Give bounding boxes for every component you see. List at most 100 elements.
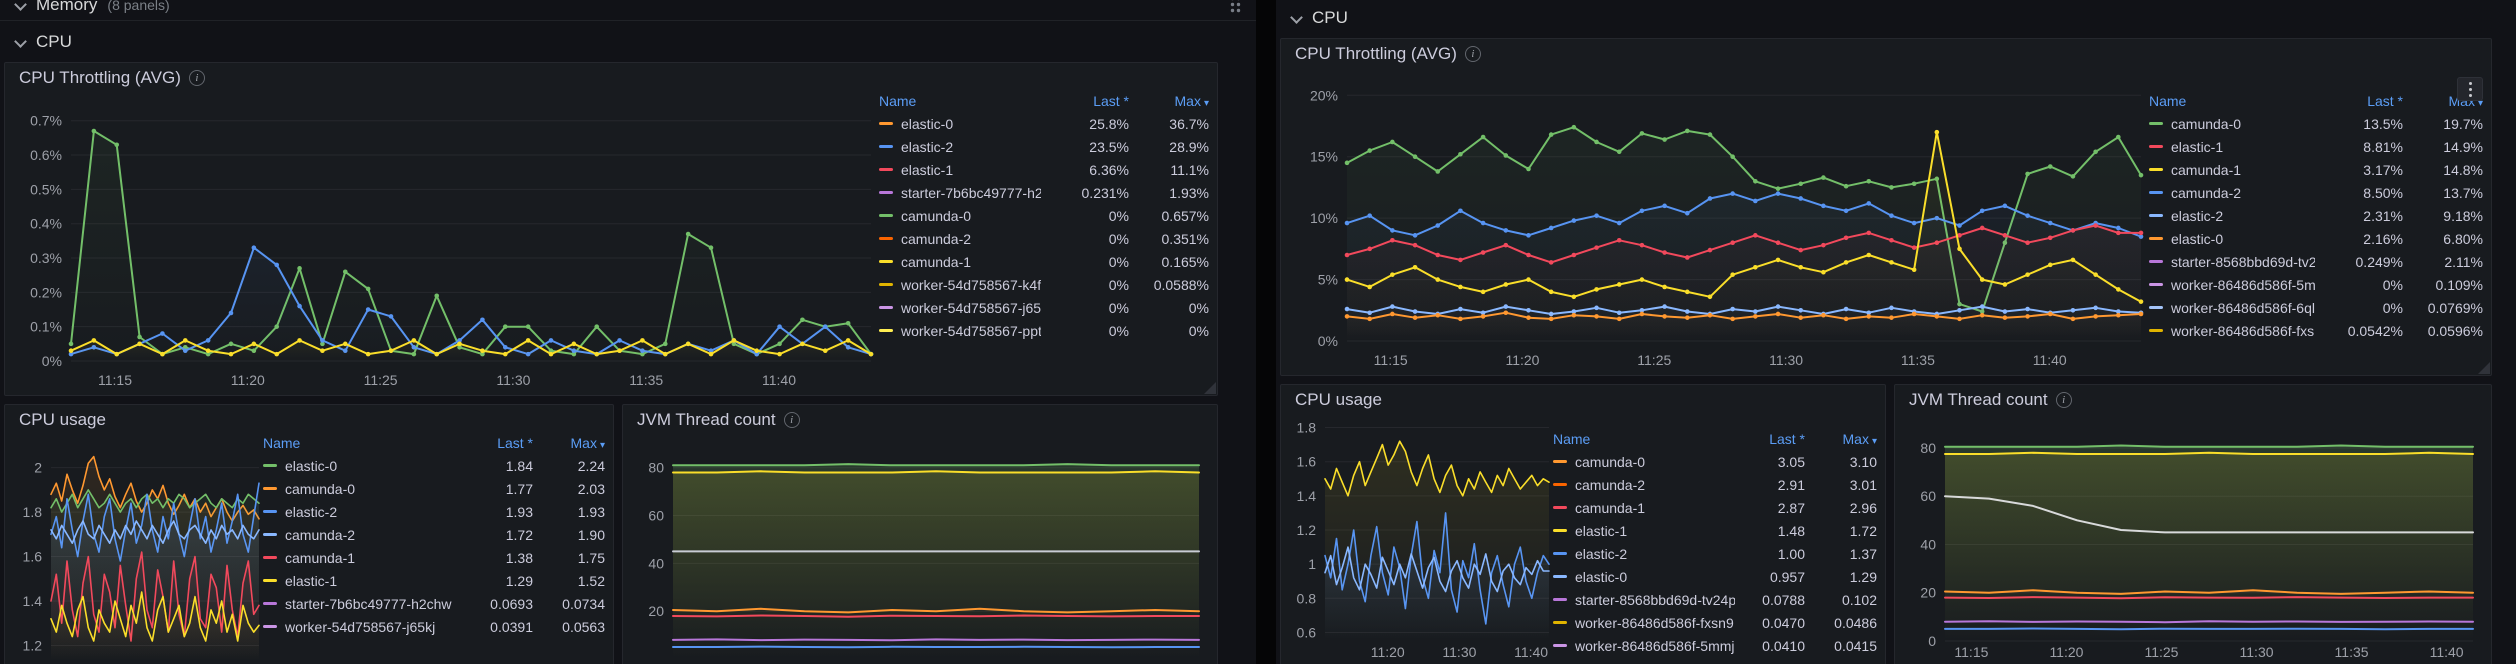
legend-row[interactable]: worker-54d758567-j65kj 0% 0% bbox=[879, 296, 1209, 319]
legend-col-max[interactable]: Max▾ bbox=[533, 435, 605, 451]
legend-max-value: 1.37 bbox=[1849, 545, 1877, 562]
legend-last-value: 0.957 bbox=[1769, 568, 1805, 585]
legend-row[interactable]: camunda-0 3.05 3.10 bbox=[1553, 450, 1877, 473]
legend-row[interactable]: camunda-0 13.5% 19.7% bbox=[2149, 112, 2483, 135]
panel-title[interactable]: JVM Thread count bbox=[1909, 390, 2048, 410]
panel-cpu-usage: CPU usage 1.8 1.6 1.4 1.2 1 0.8 0.6 11:20 11:30 1… bbox=[1280, 384, 1886, 664]
panel-header[interactable]: CPU usage bbox=[1281, 385, 1885, 415]
dashboard-row-memory[interactable]: Memory (8 panels) bbox=[0, 0, 1256, 21]
legend-row[interactable]: elastic-0 0.957 1.29 bbox=[1553, 565, 1877, 588]
legend-row[interactable]: elastic-1 6.36% 11.1% bbox=[879, 158, 1209, 181]
legend-row[interactable]: camunda-0 1.77 2.03 bbox=[263, 477, 605, 500]
svg-text:0.3%: 0.3% bbox=[30, 250, 62, 266]
svg-text:1.8: 1.8 bbox=[1297, 420, 1317, 436]
dashboard-row-cpu[interactable]: CPU bbox=[1276, 2, 2516, 34]
legend-col-name[interactable]: Name bbox=[879, 93, 1041, 109]
legend-row[interactable]: worker-54d758567-pptjd 0% 0% bbox=[879, 319, 1209, 342]
legend-row[interactable]: elastic-0 1.84 2.24 bbox=[263, 454, 605, 477]
panel-header[interactable]: JVM Thread count i bbox=[1895, 385, 2491, 415]
drag-handle-icon[interactable] bbox=[1229, 0, 1242, 14]
legend-col-max[interactable]: Max▾ bbox=[1129, 93, 1209, 109]
legend-row[interactable]: starter-8568bbd69d-tv24p 0.0788 0.102 bbox=[1553, 588, 1877, 611]
panel-header[interactable]: JVM Thread count i bbox=[623, 405, 1217, 435]
legend-last-value: 1.38 bbox=[505, 549, 533, 566]
legend-row[interactable]: worker-86486d586f-fxsn9 0.0470 0.0486 bbox=[1553, 611, 1877, 634]
legend-row[interactable]: elastic-2 1.93 1.93 bbox=[263, 500, 605, 523]
panel-header[interactable]: CPU Throttling (AVG) i bbox=[5, 63, 1217, 93]
legend-col-last[interactable]: Last * bbox=[2315, 93, 2403, 109]
panel-header[interactable]: CPU usage bbox=[5, 405, 613, 435]
legend-row[interactable]: worker-86486d586f-5mmj7 0.0410 0.0415 bbox=[1553, 634, 1877, 657]
legend-row[interactable]: worker-54d758567-k4fd4 0% 0.0588% bbox=[879, 273, 1209, 296]
cpu-throttling-chart[interactable]: 0% 0.1% 0.2% 0.3% 0.4% 0.5% 0.6% 0.7% 11:15 11:20… bbox=[15, 89, 879, 391]
chevron-down-icon[interactable] bbox=[14, 0, 26, 11]
legend-row[interactable]: camunda-1 1.38 1.75 bbox=[263, 546, 605, 569]
jvm-thread-count-chart[interactable]: 20 40 60 80 bbox=[633, 431, 1209, 664]
dashboard-row-cpu[interactable]: CPU bbox=[0, 26, 1256, 58]
panel-title[interactable]: CPU usage bbox=[19, 410, 106, 430]
legend-row[interactable]: camunda-1 0% 0.165% bbox=[879, 250, 1209, 273]
legend-series-name: elastic-2 bbox=[1553, 546, 1735, 562]
legend-row[interactable]: elastic-2 1.00 1.37 bbox=[1553, 542, 1877, 565]
svg-text:11:30: 11:30 bbox=[1769, 352, 1803, 368]
legend-row[interactable]: worker-86486d586f-6qlsj 0% 0.0769% bbox=[2149, 296, 2483, 319]
cpu-throttling-chart[interactable]: 0% 5% 10% 15% 20% 11:15 11:20 11:25 11:30 11:35 11… bbox=[1291, 65, 2149, 371]
legend-row[interactable]: worker-86486d586f-5mmj7 0% 0.109% bbox=[2149, 273, 2483, 296]
legend-row[interactable]: camunda-2 2.91 3.01 bbox=[1553, 473, 1877, 496]
svg-text:11:15: 11:15 bbox=[98, 372, 132, 388]
panel-header[interactable]: CPU Throttling (AVG) i bbox=[1281, 39, 2491, 69]
panel-title[interactable]: CPU usage bbox=[1295, 390, 1382, 410]
jvm-thread-count-chart[interactable]: 0 20 40 60 80 11:15 11:20 11:25 11:30 11:35 11:40 bbox=[1905, 411, 2483, 663]
chevron-down-icon[interactable] bbox=[14, 36, 26, 48]
legend-row[interactable]: elastic-0 2.16% 6.80% bbox=[2149, 227, 2483, 250]
legend-row[interactable]: camunda-2 8.50% 13.7% bbox=[2149, 181, 2483, 204]
legend-row[interactable]: elastic-1 1.48 1.72 bbox=[1553, 519, 1877, 542]
legend-col-last[interactable]: Last * bbox=[1735, 431, 1805, 447]
row-title-cpu[interactable]: CPU bbox=[1312, 8, 1348, 28]
legend-max-value: 0.102 bbox=[1841, 591, 1877, 608]
cpu-usage-chart[interactable]: 1.8 1.6 1.4 1.2 1 0.8 0.6 11:20 11:30 11:40 bbox=[1291, 411, 1553, 663]
legend-row[interactable]: elastic-2 2.31% 9.18% bbox=[2149, 204, 2483, 227]
legend-row[interactable]: elastic-0 25.8% 36.7% bbox=[879, 112, 1209, 135]
legend-row[interactable]: camunda-2 1.72 1.90 bbox=[263, 523, 605, 546]
legend-row[interactable]: camunda-1 2.87 2.96 bbox=[1553, 496, 1877, 519]
legend-row[interactable]: worker-54d758567-j65kj 0.0391 0.0563 bbox=[263, 615, 605, 638]
legend-row[interactable]: worker-86486d586f-fxsn9 0.0542% 0.0596% bbox=[2149, 319, 2483, 342]
row-title-memory[interactable]: Memory bbox=[36, 0, 97, 15]
info-icon[interactable]: i bbox=[188, 70, 205, 86]
legend-col-max[interactable]: Max▾ bbox=[1805, 431, 1877, 447]
series-color-swatch bbox=[879, 191, 893, 194]
info-icon[interactable]: i bbox=[2055, 392, 2072, 408]
panel-title[interactable]: CPU Throttling (AVG) bbox=[19, 68, 181, 88]
info-icon[interactable]: i bbox=[783, 412, 800, 428]
legend-row[interactable]: camunda-0 0% 0.657% bbox=[879, 204, 1209, 227]
cpu-usage-chart[interactable]: 2 1.8 1.6 1.4 1.2 bbox=[15, 431, 263, 664]
svg-text:40: 40 bbox=[648, 555, 664, 571]
legend-col-last[interactable]: Last * bbox=[1041, 93, 1129, 109]
panel-title[interactable]: CPU Throttling (AVG) bbox=[1295, 44, 1457, 64]
legend-row[interactable]: starter-7b6bc49777-h2chw 0.0693 0.0734 bbox=[263, 592, 605, 615]
legend-row[interactable]: starter-8568bbd69d-tv24p 0.249% 2.11% bbox=[2149, 250, 2483, 273]
info-icon[interactable]: i bbox=[1464, 46, 1481, 62]
panel-menu-icon[interactable] bbox=[2457, 77, 2483, 101]
panel-title[interactable]: JVM Thread count bbox=[637, 410, 776, 430]
legend-row[interactable]: camunda-2 0% 0.351% bbox=[879, 227, 1209, 250]
series-color-swatch bbox=[263, 602, 277, 605]
legend-row[interactable]: elastic-2 23.5% 28.9% bbox=[879, 135, 1209, 158]
panel-resize-handle[interactable] bbox=[1204, 382, 1216, 394]
legend-last-value: 0.0693 bbox=[490, 595, 533, 612]
legend-col-name[interactable]: Name bbox=[1553, 431, 1735, 447]
panel-resize-handle[interactable] bbox=[2478, 362, 2490, 374]
legend-col-name[interactable]: Name bbox=[263, 435, 463, 451]
legend-max-value: 1.29 bbox=[1849, 568, 1877, 585]
chevron-down-icon[interactable] bbox=[1290, 12, 1302, 24]
panel-jvm-thread-count: JVM Thread count i 0 20 40 60 80 11:15 11:20 11… bbox=[1894, 384, 2492, 664]
legend-row[interactable]: elastic-1 1.29 1.52 bbox=[263, 569, 605, 592]
legend-row[interactable]: elastic-1 8.81% 14.9% bbox=[2149, 135, 2483, 158]
legend-row[interactable]: starter-7b6bc49777-h2chw 0.231% 1.93% bbox=[879, 181, 1209, 204]
row-title-cpu[interactable]: CPU bbox=[36, 32, 72, 52]
legend-col-last[interactable]: Last * bbox=[463, 435, 533, 451]
legend-last-value: 13.5% bbox=[2363, 115, 2403, 132]
legend-row[interactable]: camunda-1 3.17% 14.8% bbox=[2149, 158, 2483, 181]
legend-col-name[interactable]: Name bbox=[2149, 93, 2315, 109]
